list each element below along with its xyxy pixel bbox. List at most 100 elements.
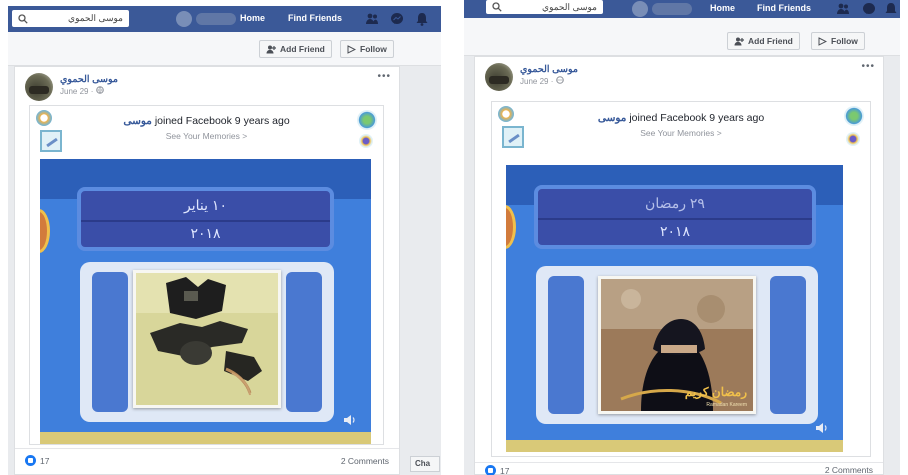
memory-date-day: ٢٩ رمضان bbox=[645, 195, 705, 211]
add-friend-icon bbox=[734, 37, 744, 45]
memory-post: موسى الحموي June 29 · ••• موسى joined Fa… bbox=[474, 56, 884, 475]
globe-icon bbox=[95, 86, 104, 94]
frame-left-panel bbox=[92, 272, 128, 412]
screenshot-gutter bbox=[441, 0, 464, 475]
friends-icon[interactable] bbox=[365, 12, 379, 26]
follow-icon bbox=[818, 36, 827, 46]
profile-name-blurred[interactable] bbox=[652, 3, 692, 15]
post-options-button[interactable]: ••• bbox=[377, 71, 391, 82]
memory-photo[interactable] bbox=[133, 270, 281, 408]
memory-user-name[interactable]: موسى bbox=[598, 112, 627, 124]
right-screenshot: موسى الحموي Home Find Friends Add Friend… bbox=[464, 0, 900, 475]
post-date-text: June 29 · bbox=[60, 87, 96, 96]
reactions-count-value: 17 bbox=[40, 455, 50, 466]
memory-floor bbox=[40, 432, 371, 444]
date-panel-divider bbox=[538, 218, 812, 220]
post-footer: 17 2 Comments bbox=[15, 448, 399, 474]
memory-photo[interactable]: رمضان كريم Ramadan Kareem bbox=[598, 276, 756, 414]
nav-home-link[interactable]: Home bbox=[710, 3, 735, 13]
top-navigation-bar: موسى الحموي Home Find Friends bbox=[464, 0, 900, 18]
comments-count-link[interactable]: 2 Comments bbox=[341, 456, 389, 466]
memory-title: موسى joined Facebook 9 years ago bbox=[30, 115, 383, 127]
memory-date-panel: ٢٩ رمضان ٢٠١٨ bbox=[534, 185, 816, 249]
memory-date-day: ١٠ يناير bbox=[184, 197, 227, 213]
see-memories-link[interactable]: See Your Memories > bbox=[492, 128, 870, 138]
frame-right-panel bbox=[286, 272, 322, 412]
see-memories-link[interactable]: See Your Memories > bbox=[30, 131, 383, 141]
memory-date-year: ٢٠١٨ bbox=[659, 223, 691, 239]
chat-tab[interactable]: Cha bbox=[410, 456, 440, 472]
search-icon bbox=[492, 2, 502, 12]
right-edge bbox=[900, 0, 908, 475]
photo-caption-arabic: رمضان كريم bbox=[684, 385, 747, 399]
follow-icon bbox=[347, 44, 356, 54]
memory-user-name[interactable]: موسى bbox=[123, 115, 152, 127]
globe-icon bbox=[555, 76, 564, 84]
add-friend-button[interactable]: Add Friend bbox=[727, 32, 800, 50]
reactions-count[interactable]: 17 bbox=[25, 455, 49, 466]
memory-joined-text: joined Facebook 9 years ago bbox=[151, 115, 290, 127]
post-date-text: June 29 · bbox=[520, 77, 556, 86]
memory-card[interactable]: موسى joined Facebook 9 years ago See You… bbox=[29, 105, 384, 445]
follow-button[interactable]: Follow bbox=[340, 40, 394, 58]
memory-joined-text: joined Facebook 9 years ago bbox=[626, 112, 765, 124]
profile-action-bar: Add Friend Follow bbox=[464, 18, 900, 56]
like-icon bbox=[25, 455, 36, 466]
add-friend-label: Add Friend bbox=[748, 36, 793, 46]
search-input-value: موسى الحموي bbox=[542, 1, 597, 12]
author-avatar[interactable] bbox=[485, 63, 513, 91]
comments-count-link[interactable]: 2 Comments bbox=[825, 465, 873, 475]
add-friend-label: Add Friend bbox=[280, 44, 325, 54]
author-avatar[interactable] bbox=[25, 73, 53, 101]
reactions-count[interactable]: 17 bbox=[485, 465, 509, 475]
date-panel-divider bbox=[81, 220, 330, 222]
memory-video[interactable]: ٢٩ رمضان ٢٠١٨ رمضان كريم Ramadan Kareem bbox=[506, 165, 843, 452]
follow-label: Follow bbox=[831, 36, 858, 46]
search-input[interactable]: موسى الحموي bbox=[486, 0, 603, 14]
search-input[interactable]: موسى الحموي bbox=[12, 10, 129, 27]
memory-photo-frame: رمضان كريم Ramadan Kareem bbox=[536, 266, 818, 424]
memory-card[interactable]: موسى joined Facebook 9 years ago See You… bbox=[491, 101, 871, 457]
add-friend-button[interactable]: Add Friend bbox=[259, 40, 332, 58]
memory-title: موسى joined Facebook 9 years ago bbox=[492, 112, 870, 124]
memory-photo-frame bbox=[80, 262, 334, 422]
post-footer: 17 2 Comments bbox=[475, 462, 883, 475]
search-input-value: موسى الحموي bbox=[68, 13, 123, 23]
memory-date-panel: ١٠ يناير ٢٠١٨ bbox=[77, 187, 334, 251]
sound-icon[interactable] bbox=[815, 422, 829, 434]
add-friend-icon bbox=[266, 45, 276, 53]
post-date[interactable]: June 29 · bbox=[520, 76, 564, 86]
author-name[interactable]: موسى الحموي bbox=[520, 64, 578, 75]
nav-find-friends-link[interactable]: Find Friends bbox=[288, 13, 342, 23]
notifications-icon[interactable] bbox=[884, 2, 898, 16]
left-screenshot: موسى الحموي Home Find Friends Add Friend… bbox=[8, 6, 441, 475]
nav-find-friends-link[interactable]: Find Friends bbox=[757, 3, 811, 13]
notifications-icon[interactable] bbox=[415, 12, 429, 26]
messenger-icon[interactable] bbox=[390, 12, 404, 26]
side-character-decoration bbox=[40, 209, 50, 253]
profile-action-bar: Add Friend Follow bbox=[8, 32, 441, 66]
memory-floor bbox=[506, 440, 843, 452]
nav-home-link[interactable]: Home bbox=[240, 13, 265, 23]
profile-avatar[interactable] bbox=[176, 11, 192, 27]
friends-icon[interactable] bbox=[836, 2, 850, 16]
profile-name-blurred[interactable] bbox=[196, 13, 236, 25]
frame-left-panel bbox=[548, 276, 584, 414]
like-icon bbox=[485, 465, 496, 475]
frame-right-panel bbox=[770, 276, 806, 414]
sound-icon[interactable] bbox=[343, 414, 357, 426]
memory-photo-image bbox=[136, 273, 278, 405]
side-character-decoration bbox=[506, 205, 516, 249]
post-date[interactable]: June 29 · bbox=[60, 86, 104, 96]
profile-avatar[interactable] bbox=[632, 1, 648, 17]
search-icon bbox=[18, 13, 28, 24]
follow-button[interactable]: Follow bbox=[811, 32, 865, 50]
post-options-button[interactable]: ••• bbox=[861, 61, 875, 72]
memory-post: موسى الحموي June 29 · ••• موسى joined Fa… bbox=[14, 66, 400, 475]
follow-label: Follow bbox=[360, 44, 387, 54]
memory-video[interactable]: ١٠ يناير ٢٠١٨ bbox=[40, 159, 371, 444]
author-name[interactable]: موسى الحموي bbox=[60, 74, 118, 85]
messenger-icon[interactable] bbox=[862, 2, 876, 16]
memory-date-year: ٢٠١٨ bbox=[190, 225, 221, 241]
reactions-count-value: 17 bbox=[500, 465, 510, 475]
